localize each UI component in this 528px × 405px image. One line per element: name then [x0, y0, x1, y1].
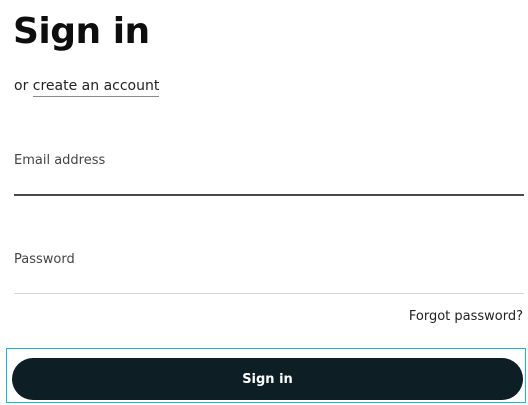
- forgot-password-link[interactable]: Forgot password?: [409, 309, 523, 324]
- email-input[interactable]: [14, 169, 524, 187]
- page-title: Sign in: [13, 11, 150, 52]
- password-label: Password: [14, 252, 75, 267]
- alt-prefix: or: [14, 78, 29, 94]
- password-field: Password: [14, 252, 524, 286]
- password-underline: [14, 293, 524, 294]
- sign-in-page: Sign in or create an account Email addre…: [0, 0, 528, 405]
- email-underline: [14, 194, 524, 196]
- email-field: Email address: [14, 153, 524, 187]
- create-account-link[interactable]: create an account: [32, 78, 160, 97]
- password-input[interactable]: [14, 268, 524, 286]
- sign-in-button[interactable]: Sign in: [12, 358, 523, 400]
- create-account-line: or create an account: [14, 77, 160, 97]
- email-label: Email address: [14, 153, 106, 168]
